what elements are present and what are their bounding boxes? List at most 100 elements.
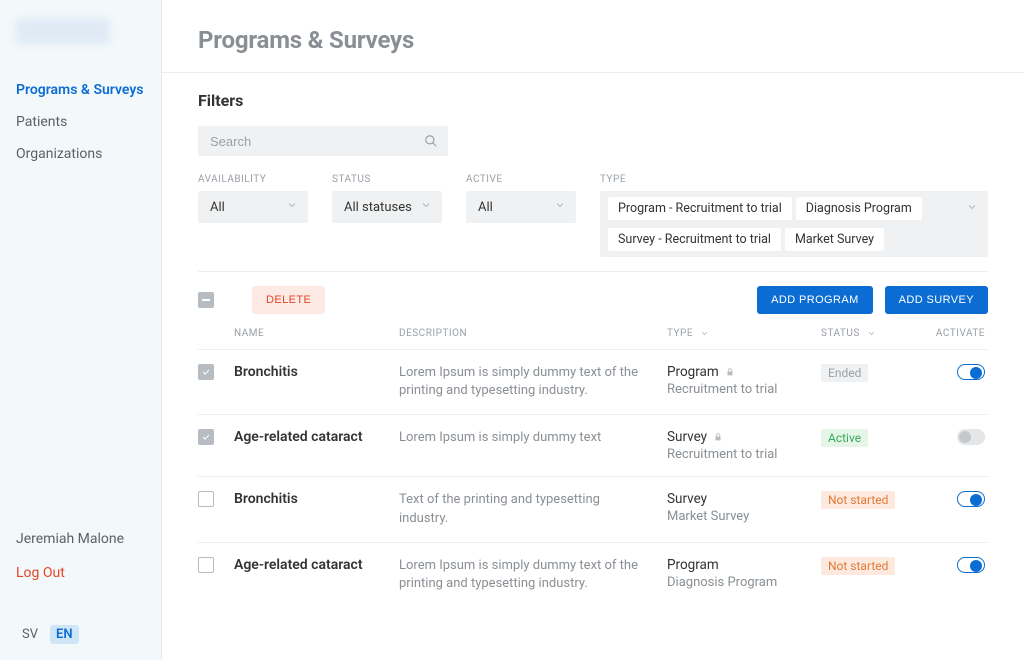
toggle-knob	[970, 494, 982, 506]
chevron-down-icon	[966, 201, 978, 217]
search-icon	[424, 134, 438, 148]
chevron-down-icon	[700, 329, 709, 338]
divider	[198, 271, 988, 272]
table-row: Age-related cataractLorem Ipsum is simpl…	[198, 542, 988, 607]
availability-select[interactable]: All	[198, 191, 308, 223]
type-tag[interactable]: Program - Recruitment to trial	[608, 197, 792, 220]
row-description: Lorem Ipsum is simply dummy text	[399, 429, 647, 447]
row-description: Lorem Ipsum is simply dummy text of the …	[399, 364, 647, 400]
column-label: TYPE	[667, 328, 693, 339]
filter-label: AVAILABILITY	[198, 174, 308, 185]
add-program-button[interactable]: ADD PROGRAM	[757, 286, 873, 314]
sidebar-item[interactable]: Organizations	[0, 138, 161, 170]
search-field-wrap	[198, 126, 448, 156]
row-subtype: Recruitment to trial	[667, 447, 821, 462]
filter-label: TYPE	[600, 174, 988, 185]
divider	[162, 72, 1024, 73]
filters-row: AVAILABILITY All STATUS All statuses ACT…	[198, 174, 988, 257]
search-input[interactable]	[198, 126, 448, 156]
column-header-status[interactable]: STATUS	[821, 328, 919, 339]
language-option[interactable]: SV	[16, 625, 44, 644]
type-multiselect[interactable]: Program - Recruitment to trialDiagnosis …	[600, 191, 988, 257]
programs-table: NAME DESCRIPTION TYPE STATUS ACTIVATE Br…	[198, 328, 988, 607]
filter-active: ACTIVE All	[466, 174, 576, 257]
delete-button[interactable]: DELETE	[252, 286, 325, 314]
sidebar-item[interactable]: Programs & Surveys	[0, 74, 161, 106]
row-subtype: Diagnosis Program	[667, 575, 821, 590]
type-tag[interactable]: Diagnosis Program	[796, 197, 922, 220]
status-badge: Not started	[821, 557, 895, 575]
column-label: STATUS	[821, 328, 860, 339]
filter-label: STATUS	[332, 174, 442, 185]
app-logo	[16, 18, 110, 44]
chevron-down-icon	[554, 199, 566, 215]
sidebar-footer: Jeremiah Malone Log Out SV EN	[0, 531, 161, 660]
toggle-knob	[970, 560, 982, 572]
row-type: Program	[667, 364, 821, 380]
table-header: NAME DESCRIPTION TYPE STATUS ACTIVATE	[198, 328, 988, 349]
master-checkbox[interactable]	[198, 292, 214, 308]
main-content: Programs & Surveys Filters AVAILABILITY …	[162, 0, 1024, 660]
filter-availability: AVAILABILITY All	[198, 174, 308, 257]
lock-icon	[725, 367, 735, 377]
column-header-description: DESCRIPTION	[399, 328, 667, 339]
row-type: Survey	[667, 491, 821, 507]
row-name[interactable]: Age-related cataract	[234, 429, 399, 445]
row-checkbox[interactable]	[198, 491, 214, 507]
row-name[interactable]: Bronchitis	[234, 491, 399, 507]
row-subtype: Market Survey	[667, 509, 821, 524]
row-description: Lorem Ipsum is simply dummy text of the …	[399, 557, 647, 593]
column-header-type[interactable]: TYPE	[667, 328, 821, 339]
page-title: Programs & Surveys	[198, 26, 988, 54]
toggle-knob	[959, 431, 971, 443]
column-header-activate: ACTIVATE	[919, 328, 985, 339]
chevron-down-icon	[420, 199, 432, 215]
toggle-knob	[970, 367, 982, 379]
sidebar: Programs & SurveysPatientsOrganizations …	[0, 0, 162, 660]
row-type: Program	[667, 557, 821, 573]
current-user-name: Jeremiah Malone	[16, 531, 145, 547]
column-header-name[interactable]: NAME	[234, 328, 399, 339]
row-checkbox[interactable]	[198, 364, 214, 380]
table-row: Age-related cataractLorem Ipsum is simpl…	[198, 414, 988, 476]
add-survey-button[interactable]: ADD SURVEY	[885, 286, 988, 314]
row-checkbox[interactable]	[198, 557, 214, 573]
row-description: Text of the printing and typesetting ind…	[399, 491, 647, 527]
row-type: Survey	[667, 429, 821, 445]
status-badge: Active	[821, 429, 868, 447]
indeterminate-icon	[202, 299, 210, 301]
row-subtype: Recruitment to trial	[667, 382, 821, 397]
status-badge: Ended	[821, 364, 868, 382]
select-value: All	[478, 200, 493, 215]
activate-toggle[interactable]	[957, 557, 985, 573]
type-tag[interactable]: Market Survey	[785, 228, 884, 251]
sidebar-item[interactable]: Patients	[0, 106, 161, 138]
select-value: All	[210, 200, 225, 215]
status-badge: Not started	[821, 491, 895, 509]
activate-toggle[interactable]	[957, 429, 985, 445]
chevron-down-icon	[867, 329, 876, 338]
activate-toggle[interactable]	[957, 491, 985, 507]
logout-link[interactable]: Log Out	[16, 565, 145, 581]
filter-status: STATUS All statuses	[332, 174, 442, 257]
type-tag[interactable]: Survey - Recruitment to trial	[608, 228, 781, 251]
language-switcher: SV EN	[16, 625, 145, 644]
filter-label: ACTIVE	[466, 174, 576, 185]
row-checkbox[interactable]	[198, 429, 214, 445]
chevron-down-icon	[286, 199, 298, 215]
filters-heading: Filters	[198, 91, 988, 110]
table-toolbar: DELETE ADD PROGRAM ADD SURVEY	[198, 286, 988, 314]
table-body: BronchitisLorem Ipsum is simply dummy te…	[198, 349, 988, 607]
filter-type: TYPE Program - Recruitment to trialDiagn…	[600, 174, 988, 257]
table-row: BronchitisText of the printing and types…	[198, 476, 988, 541]
row-name[interactable]: Bronchitis	[234, 364, 399, 380]
sidebar-nav: Programs & SurveysPatientsOrganizations	[0, 74, 161, 170]
lock-icon	[713, 432, 723, 442]
row-name[interactable]: Age-related cataract	[234, 557, 399, 573]
status-select[interactable]: All statuses	[332, 191, 442, 223]
select-value: All statuses	[344, 200, 412, 215]
activate-toggle[interactable]	[957, 364, 985, 380]
language-option[interactable]: EN	[50, 625, 79, 644]
active-select[interactable]: All	[466, 191, 576, 223]
table-row: BronchitisLorem Ipsum is simply dummy te…	[198, 349, 988, 414]
